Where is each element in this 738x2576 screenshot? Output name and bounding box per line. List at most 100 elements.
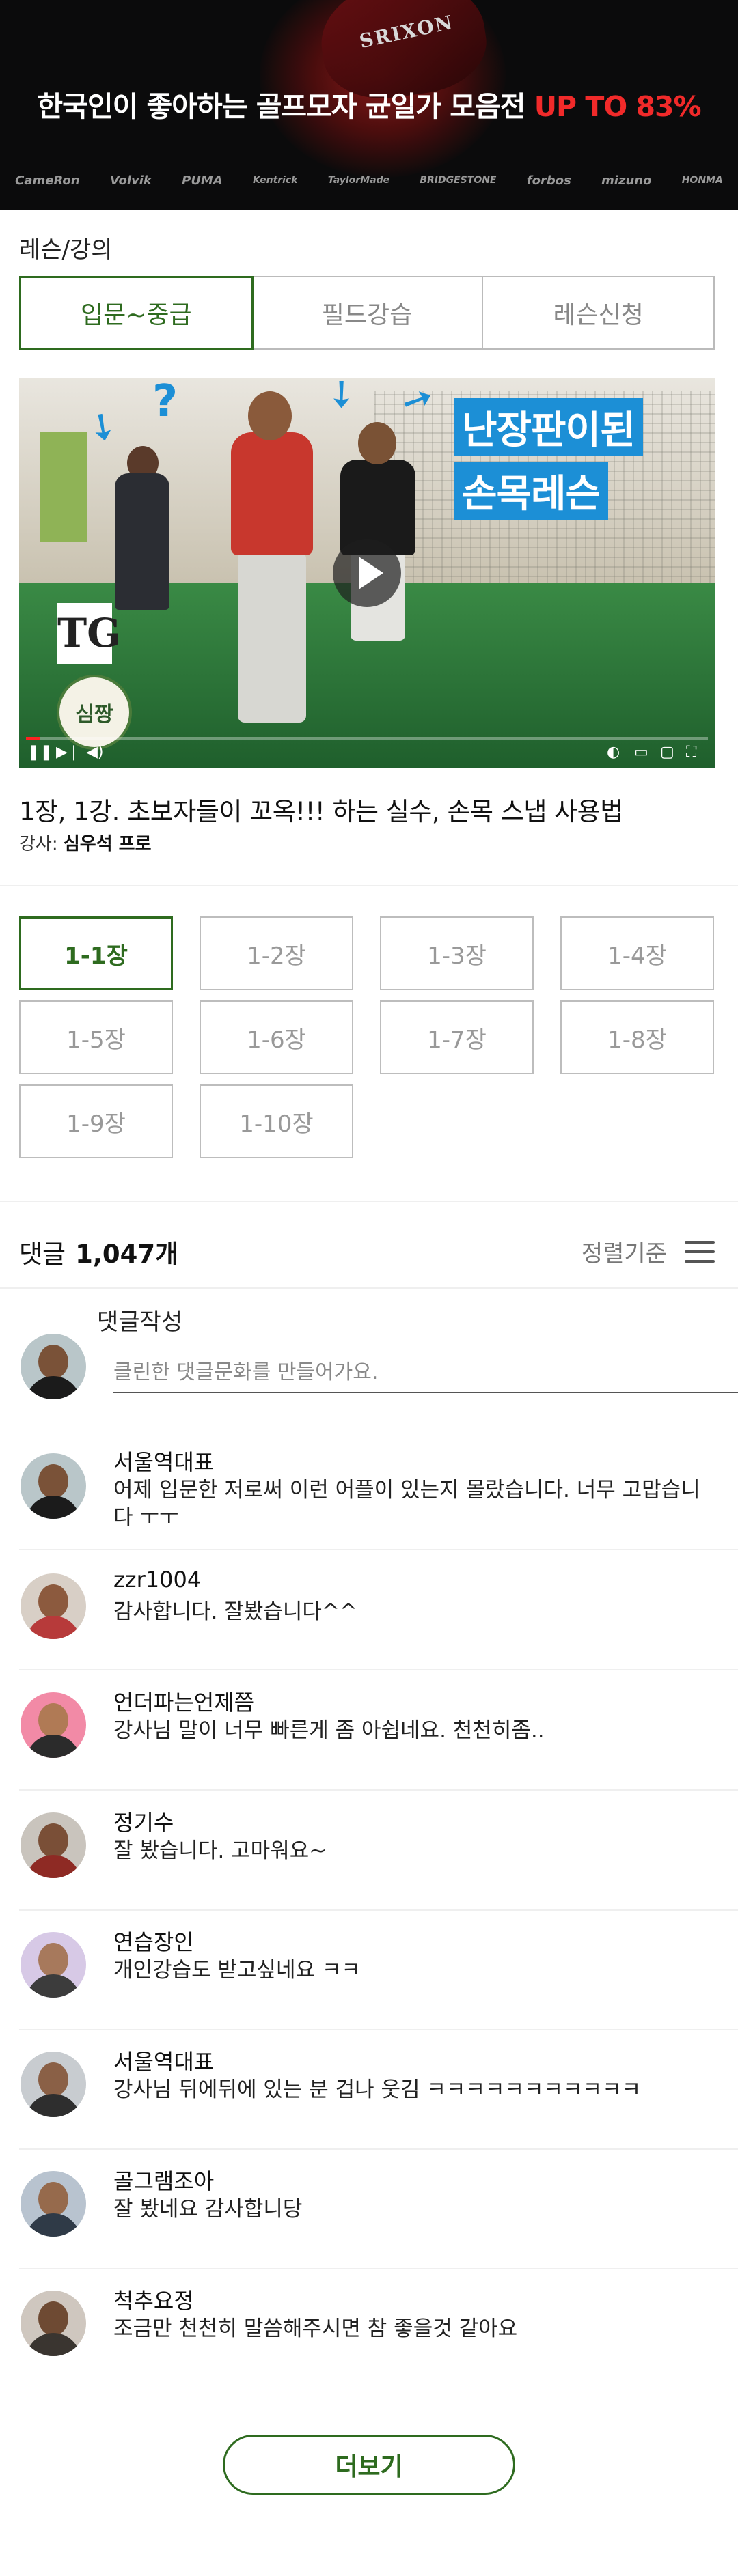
channel-logo: TG: [57, 603, 121, 664]
avatar: [20, 1932, 86, 1998]
sort-label: 정렬기준: [581, 1240, 667, 1268]
comment-text: 강사님 뒤에뒤에 있는 분 겁나 웃김 ㅋㅋㅋㅋㅋㅋㅋㅋㅋㅋㅋ: [113, 2077, 642, 2102]
chapter-button[interactable]: 1-10장: [200, 1084, 353, 1158]
divider: [0, 1287, 738, 1289]
divider: [0, 1201, 738, 1202]
brand-logo: Kentrick: [253, 175, 298, 186]
comment-author: 연습장인: [113, 1929, 194, 1955]
brand-logo: BRIDGESTONE: [420, 175, 497, 186]
instructor-name: 심우석 프로: [63, 834, 152, 854]
subtitles-icon[interactable]: ▭: [634, 744, 648, 761]
comment-author: 골그램조아: [113, 2168, 215, 2194]
comment-text: 강사님 말이 너무 빠른게 좀 아쉽네요. 천천히좀..: [113, 1718, 545, 1743]
comment-text: 조금만 천천히 말씀해주시면 참 좋을것 같아요: [113, 2316, 518, 2341]
brand-logo: mizuno: [601, 173, 652, 188]
chapter-button[interactable]: 1-4장: [560, 916, 714, 990]
avatar: [20, 1812, 86, 1878]
play-icon[interactable]: [333, 539, 401, 607]
tab-lesson-apply[interactable]: 레슨신청: [483, 277, 713, 348]
lesson-tabs: 입문~중급 필드강습 레슨신청: [19, 276, 715, 350]
section-title: 레슨/강의: [19, 236, 113, 264]
comment-text: 어제 입문한 저로써 이런 어플이 있는지 몰랐습니다. 너무 고맙습니다 ㅜㅜ: [113, 1478, 700, 1530]
menu-icon[interactable]: [685, 1240, 715, 1263]
instructor-line: 강사: 심우석 프로: [19, 830, 152, 855]
brand-logo-strip: CameRon Volvik PUMA Kentrick TaylorMade …: [0, 164, 738, 197]
comment-author: 척추요정: [113, 2288, 194, 2314]
comment-divider: [19, 2268, 738, 2269]
chapter-button[interactable]: 1-2장: [200, 916, 353, 990]
video-person-student: [333, 419, 422, 644]
video-overlay-title: 난장판이된 손목레슨: [454, 398, 700, 525]
channel-seal-text: 심짱: [75, 703, 113, 727]
brand-logo: HONMA: [681, 175, 723, 186]
tab-beginner[interactable]: 입문~중급: [19, 276, 254, 350]
video-person-instructor: [217, 384, 320, 740]
chapter-button[interactable]: 1-1장: [19, 916, 173, 990]
video-overlay-title-line2: 손목레슨: [454, 462, 609, 520]
video-scene-flag: [40, 432, 87, 542]
miniplayer-icon[interactable]: ▢: [660, 744, 674, 761]
promo-banner[interactable]: SRIXON 한국인이 좋아하는 골프모자 균일가 모음전 UP TO 83% …: [0, 0, 738, 210]
comment-author: zzr1004: [113, 1567, 202, 1593]
chapter-button[interactable]: 1-5장: [19, 1000, 173, 1074]
comments-count: 댓글 1,047개: [19, 1233, 178, 1270]
brand-logo: Volvik: [109, 173, 152, 188]
comments-label: 댓글: [19, 1240, 66, 1269]
comment-divider: [19, 2148, 738, 2150]
comment-divider: [19, 1909, 738, 1911]
chapter-button[interactable]: 1-9장: [19, 1084, 173, 1158]
avatar: [20, 1692, 86, 1758]
comment-divider: [19, 1669, 738, 1670]
chapter-button[interactable]: 1-3장: [380, 916, 534, 990]
channel-logo-text: TG: [57, 610, 121, 656]
comment-text: 개인강습도 받고싶네요 ㅋㅋ: [113, 1958, 361, 1983]
next-icon[interactable]: ▶❘: [56, 744, 80, 761]
tab-field-lesson[interactable]: 필드강습: [252, 277, 484, 348]
comment-text: 감사합니다. 잘봤습니다^^: [113, 1599, 357, 1624]
chapter-button[interactable]: 1-7장: [380, 1000, 534, 1074]
instructor-label: 강사:: [19, 834, 64, 854]
write-comment-label: 댓글작성: [97, 1308, 183, 1336]
comment-author: 서울역대표: [113, 1449, 215, 1475]
autoplay-icon[interactable]: ◐: [607, 744, 620, 761]
video-player[interactable]: ? ➘ ➘ ➙ 난장판이된 손목레슨 TG 심짱 ❚❚ ▶❘ ◀) ◐ ▭ ▢ …: [19, 378, 715, 768]
comment-author: 서울역대표: [113, 2049, 215, 2075]
comment-author: 정기수: [113, 1810, 174, 1836]
comment-text: 잘 봤습니다. 고마워요~: [113, 1838, 327, 1863]
video-person-left: [115, 446, 176, 624]
comment-input[interactable]: [113, 1352, 738, 1393]
divider: [0, 885, 738, 886]
question-mark-icon: ?: [152, 378, 178, 427]
comments-header: 댓글 1,047개 정렬기준: [19, 1233, 715, 1270]
video-progress-fill: [26, 737, 40, 740]
brand-logo: TaylorMade: [327, 175, 390, 186]
video-controls: ❚❚ ▶❘ ◀) ◐ ▭ ▢ ⛶: [19, 733, 715, 768]
avatar: [20, 1573, 86, 1639]
sort-control[interactable]: 정렬기준: [582, 1235, 715, 1268]
video-progress-bar[interactable]: [26, 737, 708, 740]
banner-headline: 한국인이 좋아하는 골프모자 균일가 모음전 UP TO 83%: [0, 83, 738, 124]
pause-icon[interactable]: ❚❚: [27, 744, 53, 761]
brand-logo: forbos: [526, 173, 571, 188]
avatar: [20, 2171, 86, 2237]
comment-divider: [19, 1789, 738, 1791]
avatar: [20, 2291, 86, 2356]
chapter-button[interactable]: 1-8장: [560, 1000, 714, 1074]
banner-headline-main: 한국인이 좋아하는 골프모자 균일가 모음전: [37, 90, 534, 123]
comment-divider: [19, 2029, 738, 2030]
fullscreen-icon[interactable]: ⛶: [686, 744, 696, 761]
avatar: [20, 1334, 86, 1399]
comment-text: 잘 봤네요 감사합니당: [113, 2197, 303, 2222]
chapter-grid: 1-1장 1-2장 1-3장 1-4장 1-5장 1-6장 1-7장 1-8장 …: [19, 916, 715, 1158]
banner-headline-highlight: UP TO 83%: [534, 90, 702, 123]
load-more-button[interactable]: 더보기: [223, 2435, 515, 2495]
chapter-button[interactable]: 1-6장: [200, 1000, 353, 1074]
comment-author: 언더파는언제쯤: [113, 1690, 255, 1716]
volume-icon[interactable]: ◀): [86, 744, 104, 761]
comments-count-value: 1,047개: [75, 1240, 179, 1269]
brand-logo: CameRon: [15, 173, 80, 188]
brand-logo: PUMA: [182, 173, 223, 188]
video-overlay-title-line1: 난장판이된: [454, 398, 643, 456]
comment-divider: [19, 1549, 738, 1550]
avatar: [20, 2052, 86, 2117]
